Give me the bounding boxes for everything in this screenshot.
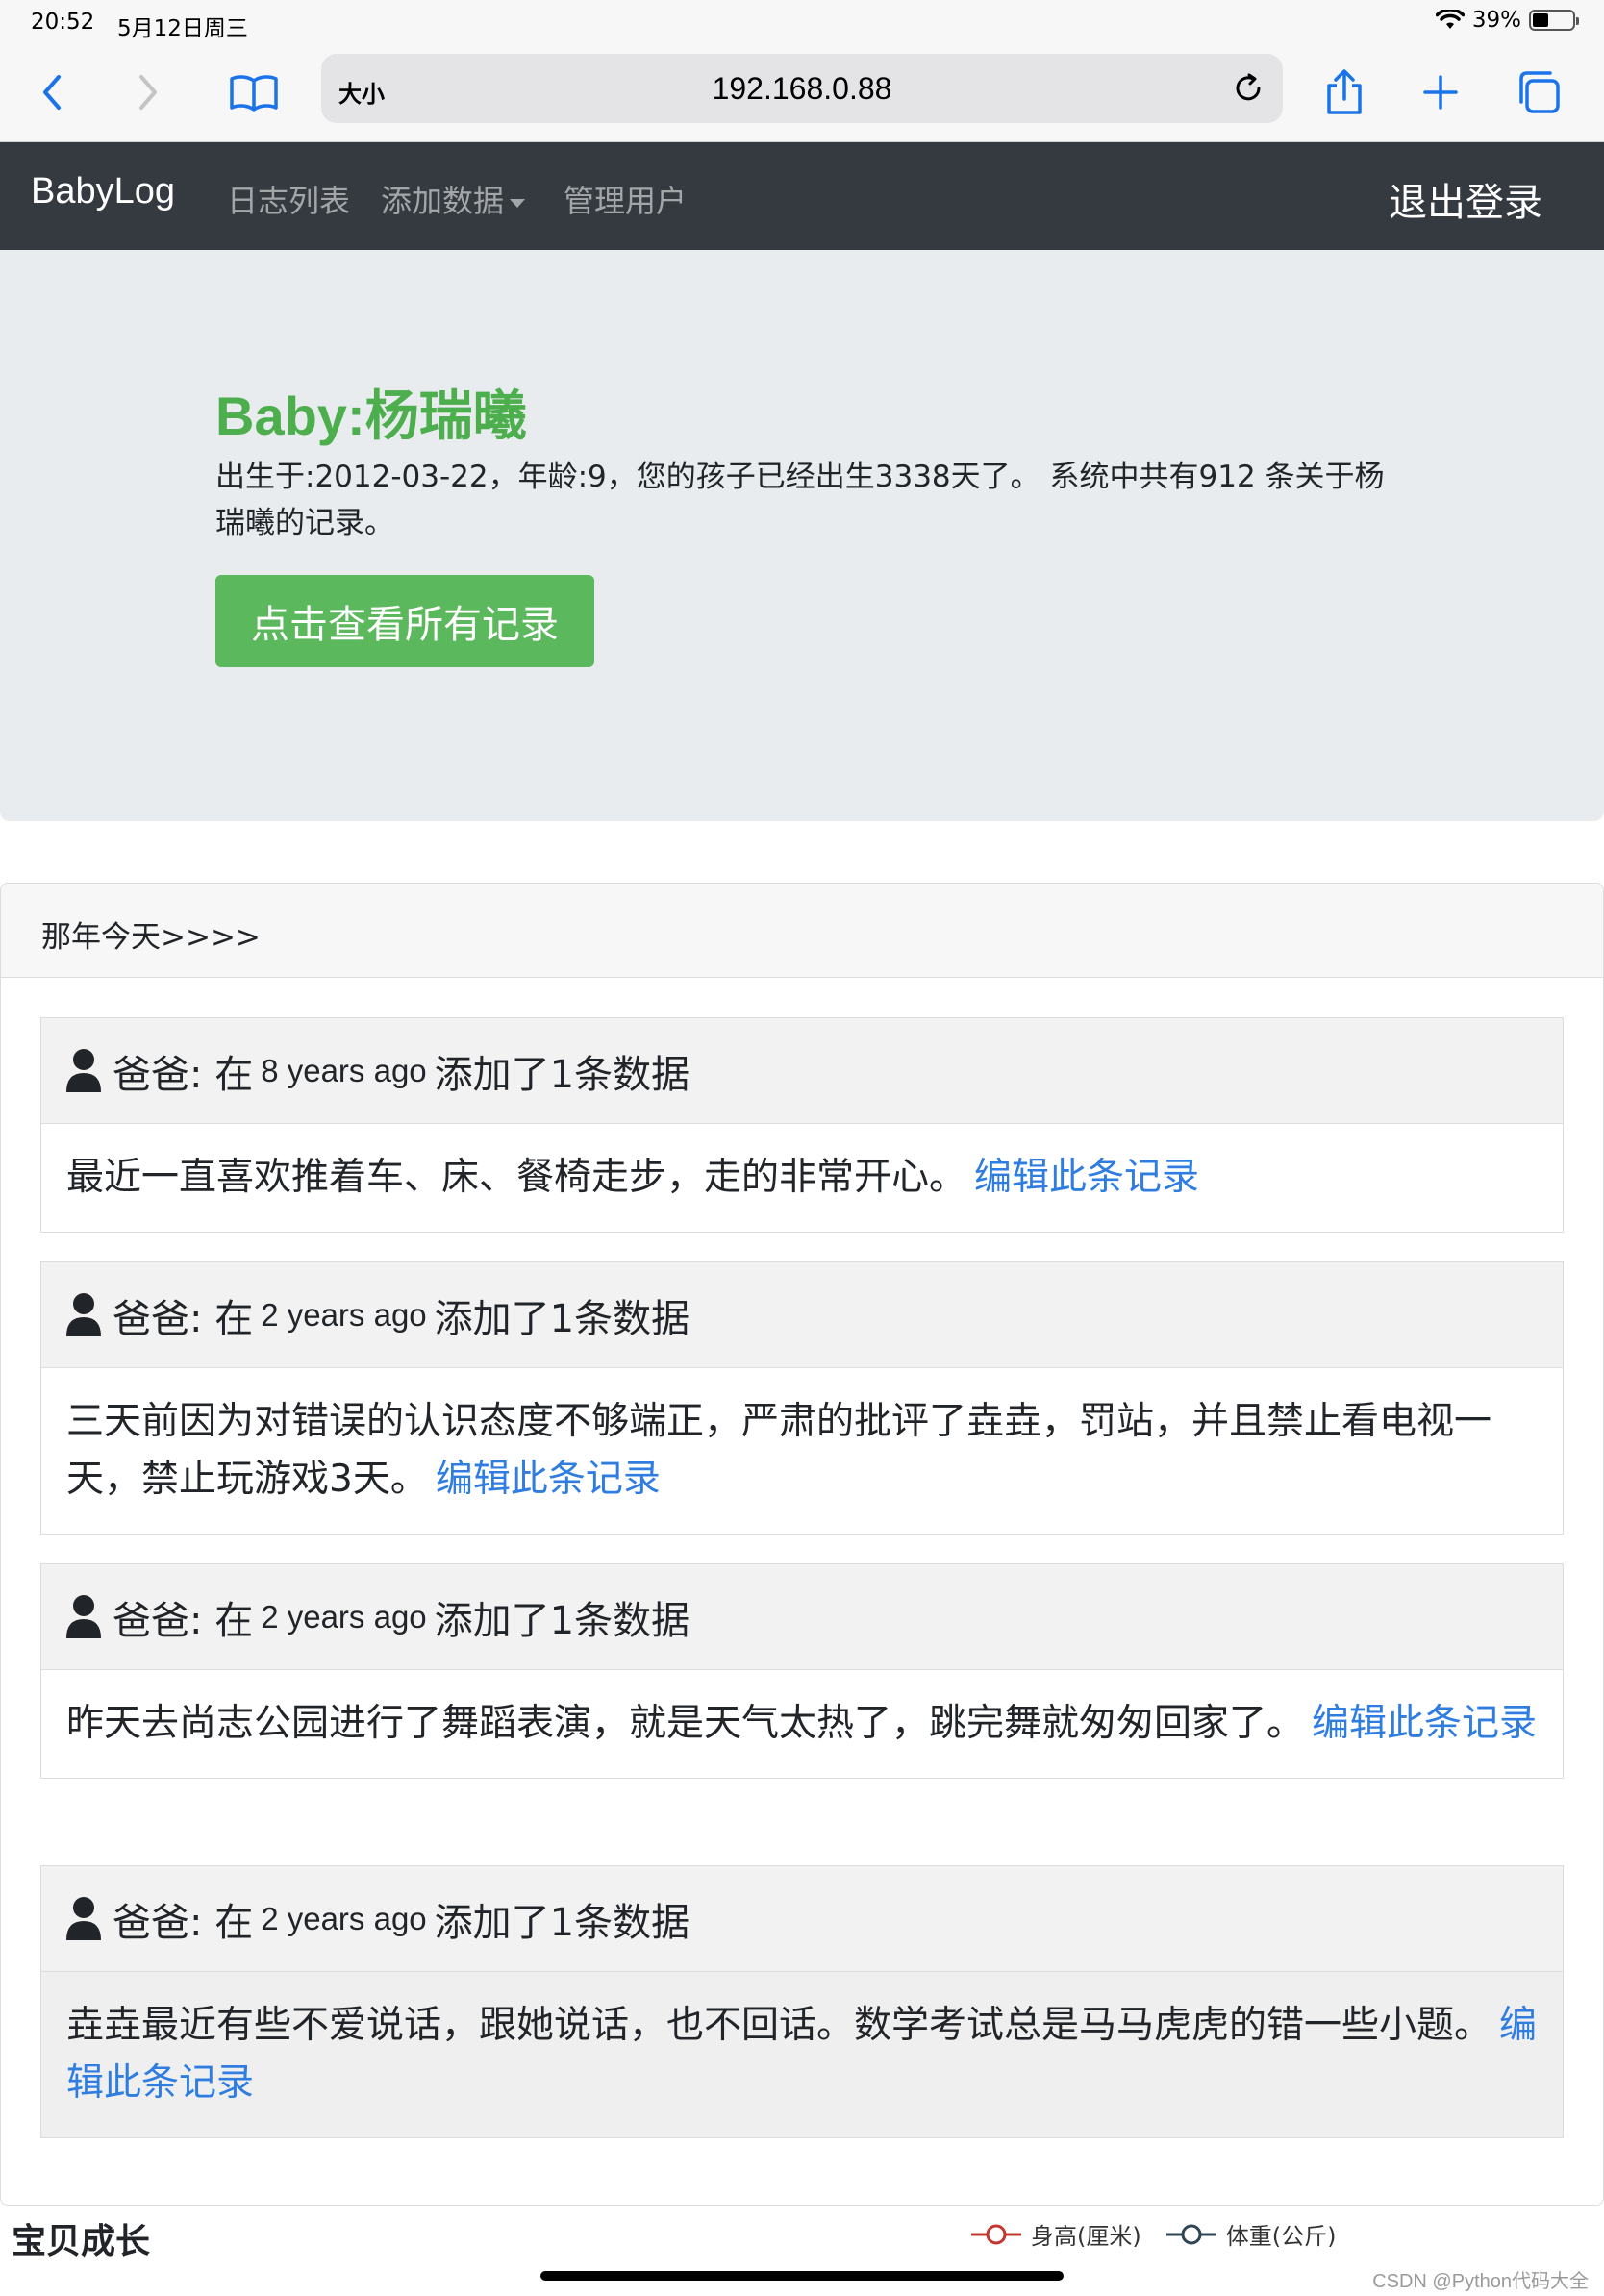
url-text[interactable]: 192.168.0.88 (321, 71, 1283, 107)
battery-percent: 39% (1471, 8, 1521, 33)
entry-header: 爸爸: 在 2 years ago 添加了1条数据 (41, 1262, 1563, 1368)
brand-logo[interactable]: BabyLog (31, 171, 175, 212)
entry-action: 添加了1条数据 (434, 1598, 690, 1643)
entry-body: 三天前因为对错误的认识态度不够端正，严肃的批评了垚垚，罚站，并且禁止看电视一天，… (41, 1368, 1563, 1534)
entry-body: 垚垚最近有些不爱说话，跟她说话，也不回话。数学考试总是马马虎虎的错一些小题。 编辑… (41, 1972, 1563, 2137)
legend-weight[interactable]: 体重(公斤) (1165, 2217, 1337, 2251)
status-bar: 20:52 5月12日周三 39% (0, 0, 1604, 44)
site-navbar: BabyLog 日志列表 添加数据 管理用户 退出登录 (0, 142, 1604, 250)
nav-log-list[interactable]: 日志列表 (227, 177, 350, 221)
browser-toolbar: 大小 192.168.0.88 (0, 44, 1604, 142)
nav-add-data[interactable]: 添加数据 (381, 177, 526, 221)
chart-legend: 身高(厘米) 体重(公斤) (971, 2217, 1347, 2251)
growth-chart-title: 宝贝成长 (12, 2222, 151, 2261)
card-header-title: 那年今天>>>> (41, 920, 261, 955)
nav-manage-users[interactable]: 管理用户 (564, 177, 687, 221)
log-entry: 爸爸: 在 2 years ago 添加了1条数据 垚垚最近有些不爱说话，跟她说… (40, 1865, 1564, 2138)
entry-header: 爸爸: 在 2 years ago 添加了1条数据 (41, 1866, 1563, 1972)
view-all-records-button[interactable]: 点击查看所有记录 (215, 575, 594, 667)
user-icon (66, 1292, 101, 1336)
wifi-icon (1435, 10, 1465, 29)
entry-time-ago: 8 years ago (261, 1052, 427, 1088)
user-icon (66, 1896, 101, 1940)
card-header: 那年今天>>>> (1, 884, 1603, 978)
edit-record-link[interactable]: 编辑此条记录 (974, 1156, 1199, 1199)
log-entry: 爸爸: 在 8 years ago 添加了1条数据 最近一直喜欢推着车、床、餐椅… (40, 1017, 1564, 1233)
legend-weight-marker-icon (1165, 2224, 1216, 2244)
tabs-overview-icon[interactable] (1508, 62, 1569, 123)
baby-summary: 出生于:2012-03-22，年龄:9，您的孩子已经出生3338天了。 系统中共… (215, 460, 1385, 540)
battery-fill (1533, 13, 1548, 27)
status-time: 20:52 (31, 10, 95, 35)
logout-link[interactable]: 退出登录 (1389, 171, 1542, 227)
entry-author: 爸爸: 在 (113, 1900, 254, 1945)
bookmarks-icon[interactable] (223, 62, 285, 123)
entry-author: 爸爸: 在 (113, 1598, 254, 1643)
legend-height-marker-icon (971, 2224, 1021, 2244)
user-icon (66, 1594, 101, 1638)
entry-body: 昨天去尚志公园进行了舞蹈表演，就是天气太热了，跳完舞就匆匆回家了。 编辑此条记录 (41, 1670, 1563, 1778)
legend-weight-label: 体重(公斤) (1225, 2223, 1337, 2250)
log-entry: 爸爸: 在 2 years ago 添加了1条数据 昨天去尚志公园进行了舞蹈表演… (40, 1563, 1564, 1779)
entry-time-ago: 2 years ago (261, 1296, 427, 1333)
share-icon[interactable] (1314, 62, 1375, 123)
entry-content: 垚垚最近有些不爱说话，跟她说话，也不回话。数学考试总是马马虎虎的错一些小题。 (66, 2004, 1492, 2047)
entry-action: 添加了1条数据 (434, 1900, 690, 1945)
home-indicator[interactable] (540, 2271, 1064, 2281)
battery-icon (1529, 10, 1579, 31)
edit-record-link[interactable]: 编辑此条记录 (436, 1458, 661, 1501)
legend-height[interactable]: 身高(厘米) (971, 2217, 1141, 2251)
entry-header: 爸爸: 在 2 years ago 添加了1条数据 (41, 1564, 1563, 1670)
jumbotron: Baby:杨瑞曦 出生于:2012-03-22，年龄:9，您的孩子已经出生333… (0, 250, 1604, 821)
reload-icon[interactable] (1227, 67, 1269, 110)
entry-header: 爸爸: 在 8 years ago 添加了1条数据 (41, 1018, 1563, 1124)
entry-content: 最近一直喜欢推着车、床、餐椅走步，走的非常开心。 (66, 1156, 967, 1199)
baby-title: Baby:杨瑞曦 (215, 386, 527, 446)
forward-icon[interactable] (117, 62, 179, 123)
entry-time-ago: 2 years ago (261, 1598, 427, 1635)
caret-down-icon (510, 198, 526, 208)
new-tab-icon[interactable] (1410, 62, 1471, 123)
address-bar[interactable]: 大小 192.168.0.88 (321, 54, 1283, 123)
log-entry: 爸爸: 在 2 years ago 添加了1条数据 三天前因为对错误的认识态度不… (40, 1261, 1564, 1535)
user-icon (66, 1048, 101, 1092)
entry-body: 最近一直喜欢推着车、床、餐椅走步，走的非常开心。 编辑此条记录 (41, 1124, 1563, 1232)
entry-action: 添加了1条数据 (434, 1296, 690, 1341)
status-date: 5月12日周三 (117, 16, 248, 41)
nav-add-data-label: 添加数据 (381, 183, 505, 219)
status-right: 39% (1435, 8, 1579, 33)
entry-content: 三天前因为对错误的认识态度不够端正，严肃的批评了垚垚，罚站，并且禁止看电视一天，… (66, 1400, 1492, 1501)
back-icon[interactable] (21, 62, 83, 123)
entry-action: 添加了1条数据 (434, 1052, 690, 1097)
edit-record-link[interactable]: 编辑此条记录 (1312, 1702, 1537, 1745)
entry-author: 爸爸: 在 (113, 1296, 254, 1341)
entry-time-ago: 2 years ago (261, 1900, 427, 1936)
legend-height-label: 身高(厘米) (1031, 2223, 1141, 2250)
watermark: CSDN @Python代码大全 (1372, 2271, 1589, 2292)
entry-author: 爸爸: 在 (113, 1052, 254, 1097)
entry-content: 昨天去尚志公园进行了舞蹈表演，就是天气太热了，跳完舞就匆匆回家了。 (66, 1702, 1305, 1745)
